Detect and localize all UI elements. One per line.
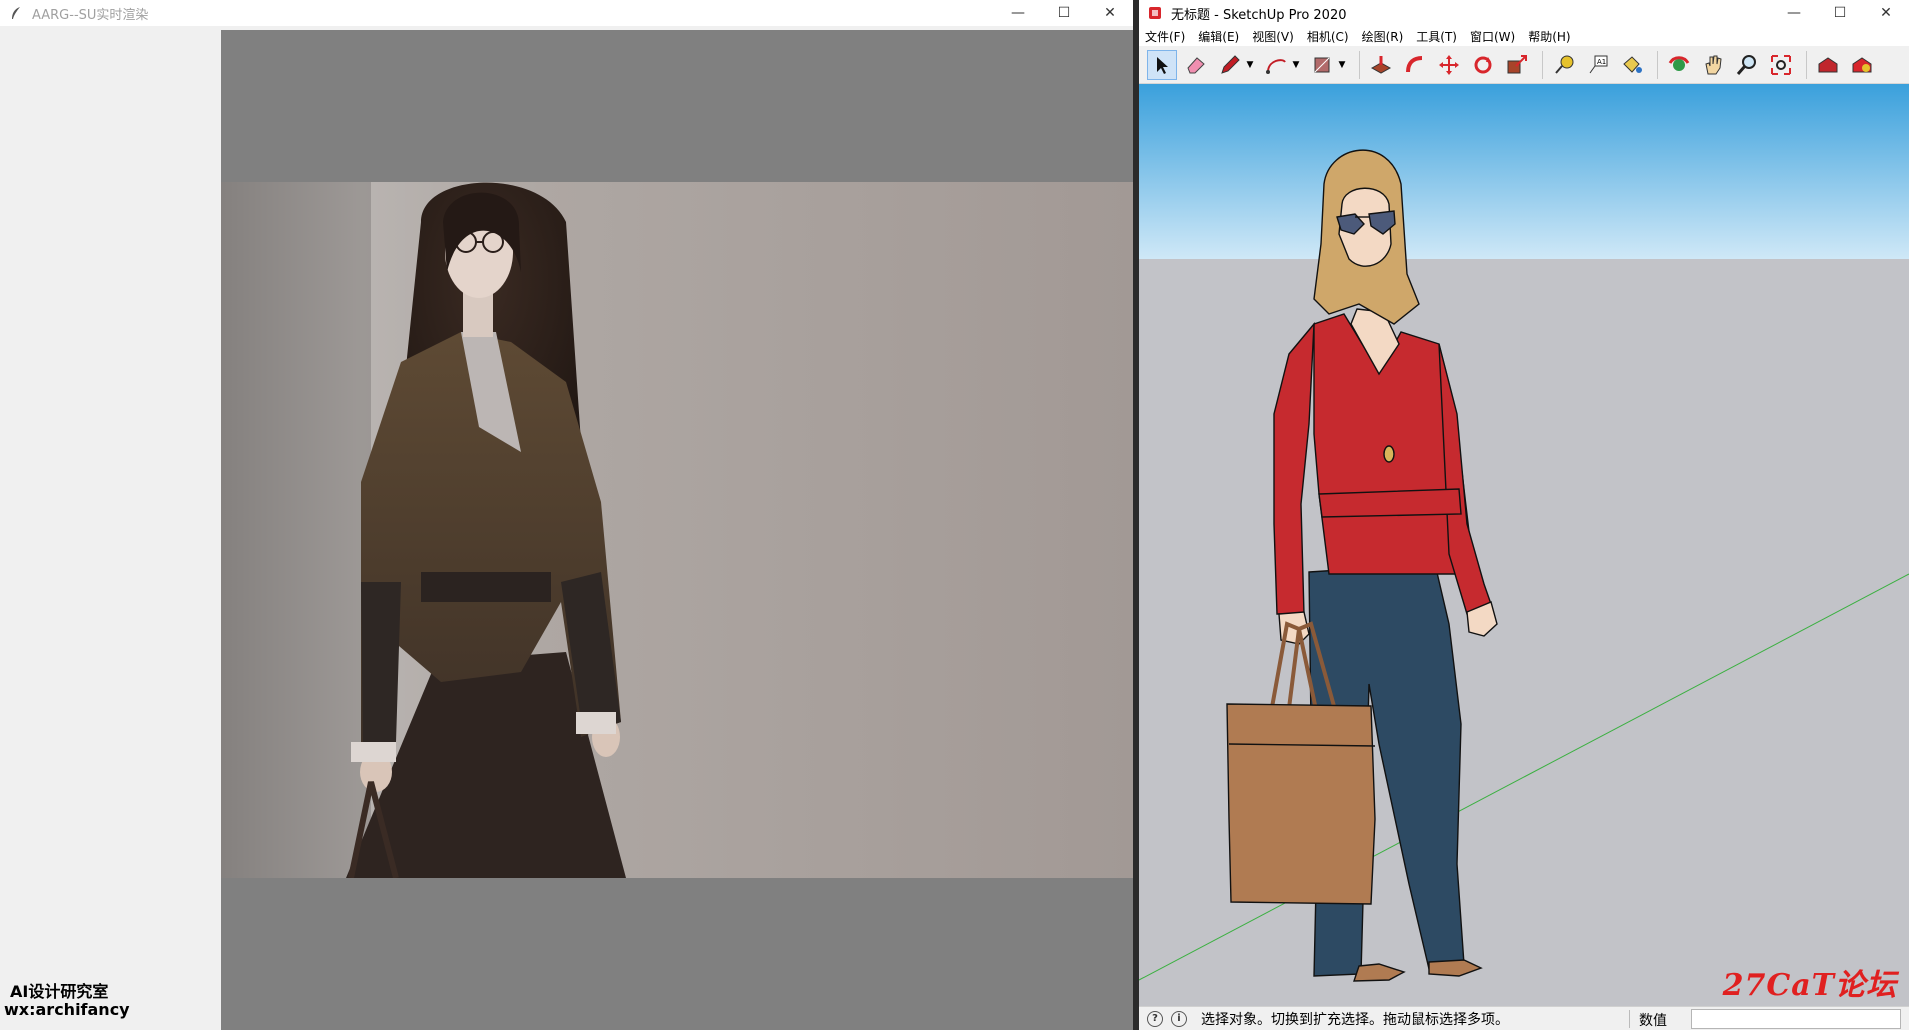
select-tool-button[interactable] [1147,49,1177,80]
measurements-label: 数值 [1639,1013,1667,1029]
zoom-icon [1736,54,1756,75]
move-icon [1439,54,1459,75]
menu-help[interactable]: 帮助(H) [1528,28,1570,45]
orbit-tool-button[interactable] [1664,50,1694,80]
close-button[interactable]: ✕ [1863,0,1909,26]
pan-tool-button[interactable] [1698,50,1728,80]
maximize-button[interactable]: ☐ [1817,0,1863,26]
rendered-image [221,182,1133,878]
paint-bucket-icon [1623,55,1642,73]
menu-tools[interactable]: 工具(T) [1416,28,1457,45]
measurements-input[interactable] [1691,1009,1901,1029]
toolbar-separator [1359,50,1360,79]
scale-tool-button[interactable] [1502,50,1532,80]
menu-draw[interactable]: 绘图(R) [1362,28,1404,45]
menu-view[interactable]: 视图(V) [1252,28,1294,45]
maximize-button[interactable]: ☐ [1041,0,1087,26]
pencil-dropdown[interactable]: ▼ [1245,50,1255,80]
select-icon [1157,56,1168,74]
arc-dropdown[interactable]: ▼ [1291,50,1301,80]
forum-watermark: 27CaT论坛 [1722,968,1897,1003]
render-canvas [221,30,1133,1030]
status-bar: ? i 选择对象。切换到扩充选择。拖动鼠标选择多项。 数值 [1139,1006,1909,1030]
help-icon[interactable]: ? [1147,1010,1163,1027]
orbit-icon [1668,55,1690,71]
sketchup-titlebar[interactable]: 无标题 - SketchUp Pro 2020 — ☐ ✕ [1139,0,1909,26]
warehouse-tool-button[interactable] [1813,50,1843,80]
svg-text:A1: A1 [1597,58,1606,66]
arc-tool-button[interactable] [1261,50,1291,80]
menu-window[interactable]: 窗口(W) [1470,28,1515,45]
extension-tool-button[interactable] [1847,50,1877,80]
follow-me-icon [1406,55,1423,72]
menu-edit[interactable]: 编辑(E) [1198,28,1239,45]
menu-file[interactable]: 文件(F) [1145,28,1185,45]
arc-icon [1266,58,1286,74]
push-pull-tool-button[interactable] [1366,50,1396,80]
sketchup-window: 无标题 - SketchUp Pro 2020 — ☐ ✕ 文件(F) 编辑(E… [1139,0,1909,1030]
tape-measure-tool-button[interactable] [1549,50,1579,80]
text-tool-button[interactable]: A1 [1583,50,1613,80]
zoom-extents-icon [1771,54,1791,75]
minimize-button[interactable]: — [995,0,1041,26]
status-separator [1629,1010,1630,1028]
status-text: 选择对象。切换到扩充选择。拖动鼠标选择多项。 [1201,1011,1509,1028]
watermark-line-2: wx:archifancy [4,1000,130,1019]
eraser-icon [1187,56,1205,73]
sketchup-logo-icon [1147,5,1163,21]
render-sidebar: AI设计研究室 wx:archifancy [0,26,221,1030]
toolbar-separator [1806,50,1807,79]
follow-me-tool-button[interactable] [1400,50,1430,80]
toolbar-separator [1657,50,1658,79]
render-titlebar[interactable]: AARG--SU实时渲染 — ☐ ✕ [0,0,1133,26]
feather-icon [8,5,24,21]
tape-measure-icon [1555,55,1574,74]
pan-icon [1705,55,1722,74]
move-tool-button[interactable] [1434,50,1464,80]
shape-dropdown[interactable]: ▼ [1337,50,1347,80]
warehouse-icon [1818,56,1838,72]
push-pull-icon [1370,55,1392,74]
rotate-icon [1474,56,1492,73]
zoom-extents-tool-button[interactable] [1766,50,1796,80]
zoom-tool-button[interactable] [1732,50,1762,80]
rotate-tool-button[interactable] [1468,50,1498,80]
paint-bucket-tool-button[interactable] [1617,50,1647,80]
window-title: 无标题 - SketchUp Pro 2020 [1171,7,1347,23]
text-icon: A1 [1589,55,1608,73]
rectangle-tool-button[interactable] [1307,50,1337,80]
info-icon[interactable]: i [1171,1010,1187,1027]
pencil-icon [1221,54,1240,74]
extension-icon [1852,56,1872,72]
minimize-button[interactable]: — [1771,0,1817,26]
close-button[interactable]: ✕ [1087,0,1133,26]
watermark-line-1: AI设计研究室 [10,982,109,1001]
window-title: AARG--SU实时渲染 [32,7,149,23]
render-window: AARG--SU实时渲染 — ☐ ✕ AI设计研究室 wx:archifancy [0,0,1133,1030]
eraser-tool-button[interactable] [1181,50,1211,80]
pencil-tool-button[interactable] [1215,50,1245,80]
toolbar-separator [1542,50,1543,79]
scale-icon [1507,54,1527,73]
menu-camera[interactable]: 相机(C) [1307,28,1349,45]
rectangle-icon [1314,57,1330,72]
menu-bar: 文件(F) 编辑(E) 视图(V) 相机(C) 绘图(R) 工具(T) 窗口(W… [1139,26,1909,46]
sketchup-viewport[interactable]: 27CaT论坛 [1139,84,1909,1006]
toolbar: ▼ ▼ ▼ A1 [1139,46,1909,84]
